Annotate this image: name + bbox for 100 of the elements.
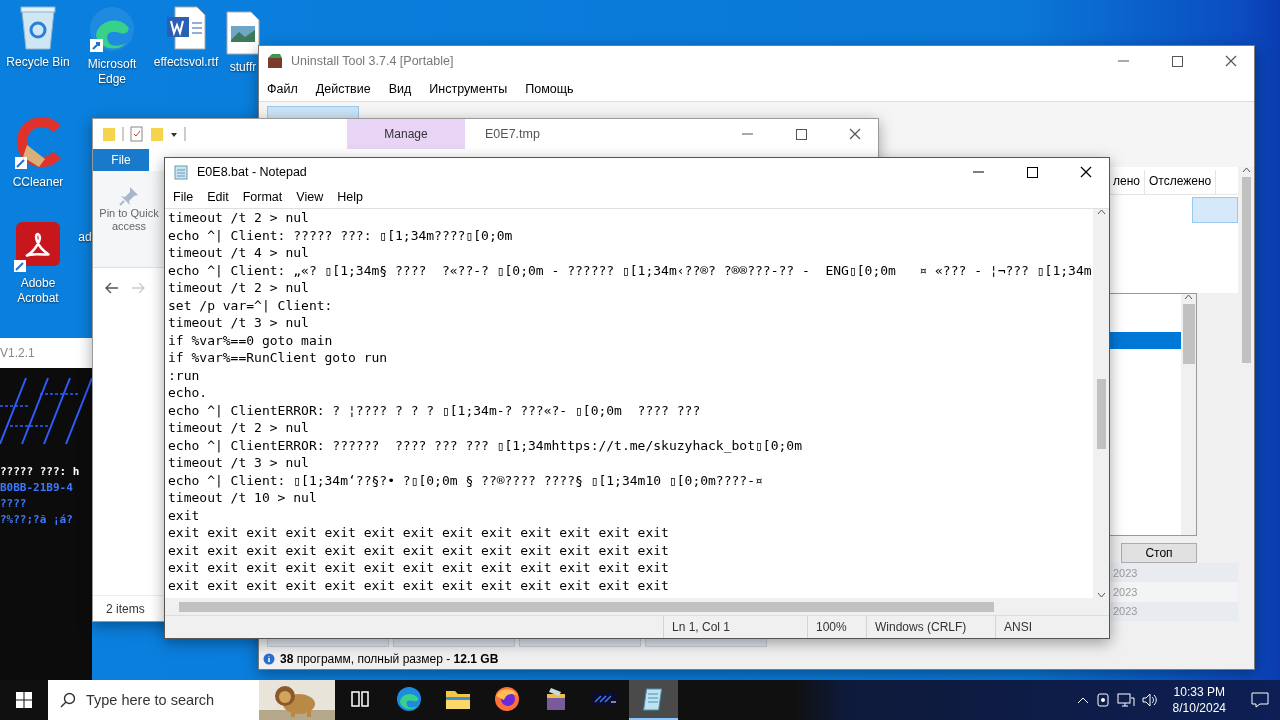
text-line: exit exit exit exit exit exit exit exit exit exit exit exit exit [168, 541, 670, 559]
menu-item[interactable]: Действие [315, 81, 371, 96]
menu-item[interactable]: Инструменты [429, 81, 508, 96]
ribbon-tab[interactable]: Manage [347, 119, 465, 149]
console-line: ???? [0, 496, 28, 512]
version-text: V1.2.1 [0, 346, 35, 360]
desktop-icon-label[interactable]: Adobe Acrobat [0, 276, 76, 306]
close-icon[interactable] [1080, 166, 1092, 178]
desktop-icon-label[interactable]: Recycle Bin [6, 55, 70, 70]
volume-icon[interactable] [1140, 692, 1159, 708]
text-line: timeout /t 2 > nul [168, 419, 310, 437]
date-text: 8/10/2024 [1172, 700, 1226, 716]
menu-item[interactable]: Help [337, 190, 363, 204]
status-text: 38 программ, полный размер - 12.1 GB [280, 652, 499, 666]
acrobat-icon [14, 222, 62, 272]
taskbar-app-button[interactable] [629, 680, 678, 720]
text-line: set /p var=^| Client: [168, 296, 334, 314]
column-header[interactable]: Отслежено [1145, 170, 1217, 194]
maximize-icon[interactable] [1171, 55, 1183, 67]
menu-item[interactable]: View [296, 190, 324, 204]
close-icon[interactable] [1225, 55, 1237, 67]
selected-cell [1192, 197, 1238, 223]
minimize-icon[interactable] [972, 171, 984, 173]
text-line: exit exit exit exit exit exit exit exit exit exit exit exit exit [168, 576, 670, 594]
notepad-icon [173, 164, 189, 180]
maximize-icon[interactable] [1026, 166, 1038, 178]
desktop-icon-label[interactable]: effectsvol.rtf [153, 55, 219, 70]
date-text: 2023 [1112, 566, 1138, 579]
search-field[interactable]: Type here to search [48, 680, 335, 720]
scroll-down-icon[interactable] [1096, 592, 1106, 598]
menu-item[interactable]: Файл [267, 81, 298, 96]
desktop-icon-label[interactable]: CCleaner [12, 175, 64, 190]
text-line: timeout /t 3 > nul [168, 314, 310, 332]
maximize-icon[interactable] [795, 128, 807, 140]
network-icon[interactable] [1116, 692, 1135, 708]
task-view-icon [349, 690, 370, 708]
close-icon[interactable] [849, 128, 861, 140]
pin-icon [118, 185, 140, 207]
desktop-icon-label[interactable]: ad [78, 230, 92, 245]
scroll-up-icon[interactable] [1241, 167, 1251, 173]
text-line: exit exit exit exit exit exit exit exit exit exit exit exit exit [168, 559, 670, 577]
text-line: exit [168, 506, 201, 524]
search-icon [60, 692, 76, 708]
status-text: ANSI [1004, 620, 1032, 634]
info-icon [263, 653, 275, 665]
status-text: 100% [816, 620, 847, 634]
text-line: timeout /t 3 > nul [168, 454, 310, 472]
edge-icon [395, 686, 422, 712]
menu-item[interactable]: Edit [207, 190, 229, 204]
text-line: timeout /t 4 > nul [168, 244, 310, 262]
ribbon-tab[interactable]: File [93, 149, 149, 171]
scroll-up-icon[interactable] [1184, 294, 1193, 300]
ccleaner-icon [13, 115, 63, 171]
item-count: 2 items [106, 601, 145, 616]
scrollbar-thumb[interactable] [1241, 177, 1251, 363]
time-text: 10:33 PM [1173, 684, 1225, 700]
clock[interactable]: 10:33 PM 8/10/2024 [1164, 684, 1234, 716]
menu-item[interactable]: Format [242, 190, 283, 204]
firefox-icon [493, 686, 520, 712]
scroll-up-icon[interactable] [1096, 209, 1106, 215]
menu-item[interactable]: File [173, 190, 194, 204]
device-icon[interactable] [1094, 692, 1111, 708]
text-line: echo ^| ClientERROR: ? ¦???? ? ? ? ▯[1;34m-? ???«?- ▯[0;0m ???? ??? [168, 401, 702, 419]
desktop-icon-label[interactable]: Microsoft Edge [74, 57, 150, 87]
menu-item[interactable]: Вид [388, 81, 412, 96]
window-title: Uninstall Tool 3.7.4 [Portable] [291, 54, 454, 68]
console-line: B0BB-21B9-4 [0, 480, 74, 496]
date-text: 2023 [1112, 586, 1138, 598]
folder-icon [444, 688, 471, 710]
text-line: echo. [168, 384, 209, 402]
menu-item[interactable]: Помощь [525, 81, 574, 96]
edge-icon [88, 5, 136, 53]
text-line: exit exit exit exit exit exit exit exit exit exit exit exit exit [168, 524, 670, 542]
scrollbar-thumb[interactable] [1182, 304, 1195, 364]
stop-button[interactable]: Стоп [1121, 543, 1197, 563]
text-line: :run [168, 366, 201, 384]
notification-icon[interactable] [1251, 692, 1269, 708]
status-text: Windows (CRLF) [875, 620, 967, 634]
console-app-icon [590, 690, 619, 708]
text-line: echo ^| Client: ????? ???: ▯[1;34m????▯[0;0m [168, 226, 514, 244]
desktop-icon-label[interactable]: stuffr [229, 60, 257, 75]
text-line: echo ^| Client: ▯[1;34m‘??§?• ?▯[0;0m § ??®???? ????§ ▯[1;34m10 ▯[0;0m????-¤ [168, 471, 764, 489]
console-line: ????? ???: h [0, 464, 81, 480]
scrollbar-thumb[interactable] [1096, 379, 1106, 449]
text-line: echo ^| ClientERROR: ?????? ???? ??? ??? ▯[1;34mhttps://t.me/skuzyhack_bot▯[0;0m [168, 436, 803, 454]
back-arrow-icon[interactable] [105, 281, 119, 294]
text-line: timeout /t 2 > nul [168, 209, 310, 227]
word-document-icon [165, 5, 207, 51]
windows-logo-icon [16, 692, 32, 708]
text-line: echo ^| Client: „«? ▯[1;34m§ ???? ?«??-? ▯[0;0m - ?????? ▯[1;34m‹??®? ?®®???-?? - ENG▯[0;0m ¤ «??? - ¦¬??? ▯[1;34m [168, 261, 1093, 279]
text-line: timeout /t 2 > nul [168, 279, 310, 297]
status-text: Ln 1, Col 1 [672, 620, 731, 634]
console-line: ?%??;?ã ¡á? [0, 512, 74, 528]
app-box-icon [267, 53, 283, 69]
text-line: timeout /t 10 > nul [168, 489, 318, 507]
caret-up-icon[interactable] [1076, 696, 1089, 704]
text-line: if %var%==0 goto main [168, 331, 334, 349]
pin-to-quick-access-button[interactable]: Pin to Quick access [94, 207, 164, 233]
recycle-bin-icon [18, 5, 58, 51]
text-line: if %var%==RunClient goto run [168, 349, 389, 367]
